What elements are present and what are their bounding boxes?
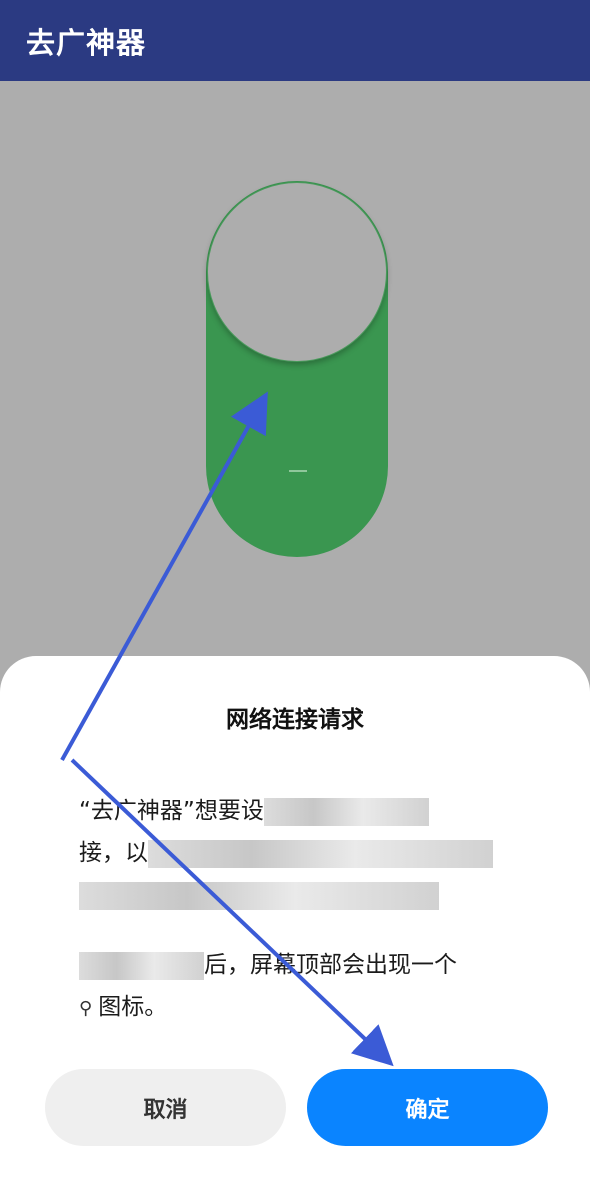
cancel-button[interactable]: 取消 (45, 1069, 286, 1146)
redacted-text (79, 881, 439, 910)
redacted-text (79, 951, 204, 980)
dialog-title: 网络连接请求 (226, 707, 364, 733)
toggle-knob[interactable] (207, 182, 387, 362)
key-icon: ⚲ (79, 998, 93, 1019)
toggle-on-indicator (289, 470, 307, 472)
dialog-text-line: 图标。 (98, 994, 168, 1020)
dialog-text-line: 后，屏幕顶部会出现一个 (204, 952, 457, 978)
dialog-text-line: 接，以 (79, 840, 148, 866)
confirm-button[interactable]: 确定 (307, 1069, 548, 1146)
app-bar: 去广神器 (0, 0, 590, 81)
app-title: 去广神器 (26, 25, 147, 60)
dialog-text-line: “去广神器”想要设 (79, 798, 264, 824)
network-connection-dialog: 网络连接请求 “去广神器”想要设 接，以 后，屏幕顶部会出现一个 ⚲ 图标。 取消… (0, 656, 590, 1181)
dialog-paragraph-1: “去广神器”想要设 接，以 (79, 790, 509, 916)
redacted-text (263, 797, 429, 826)
dialog-paragraph-2: 后，屏幕顶部会出现一个 ⚲ 图标。 (79, 944, 509, 1030)
dialog-message: “去广神器”想要设 接，以 后，屏幕顶部会出现一个 ⚲ 图标。 (79, 790, 509, 1030)
redacted-text (148, 839, 493, 868)
